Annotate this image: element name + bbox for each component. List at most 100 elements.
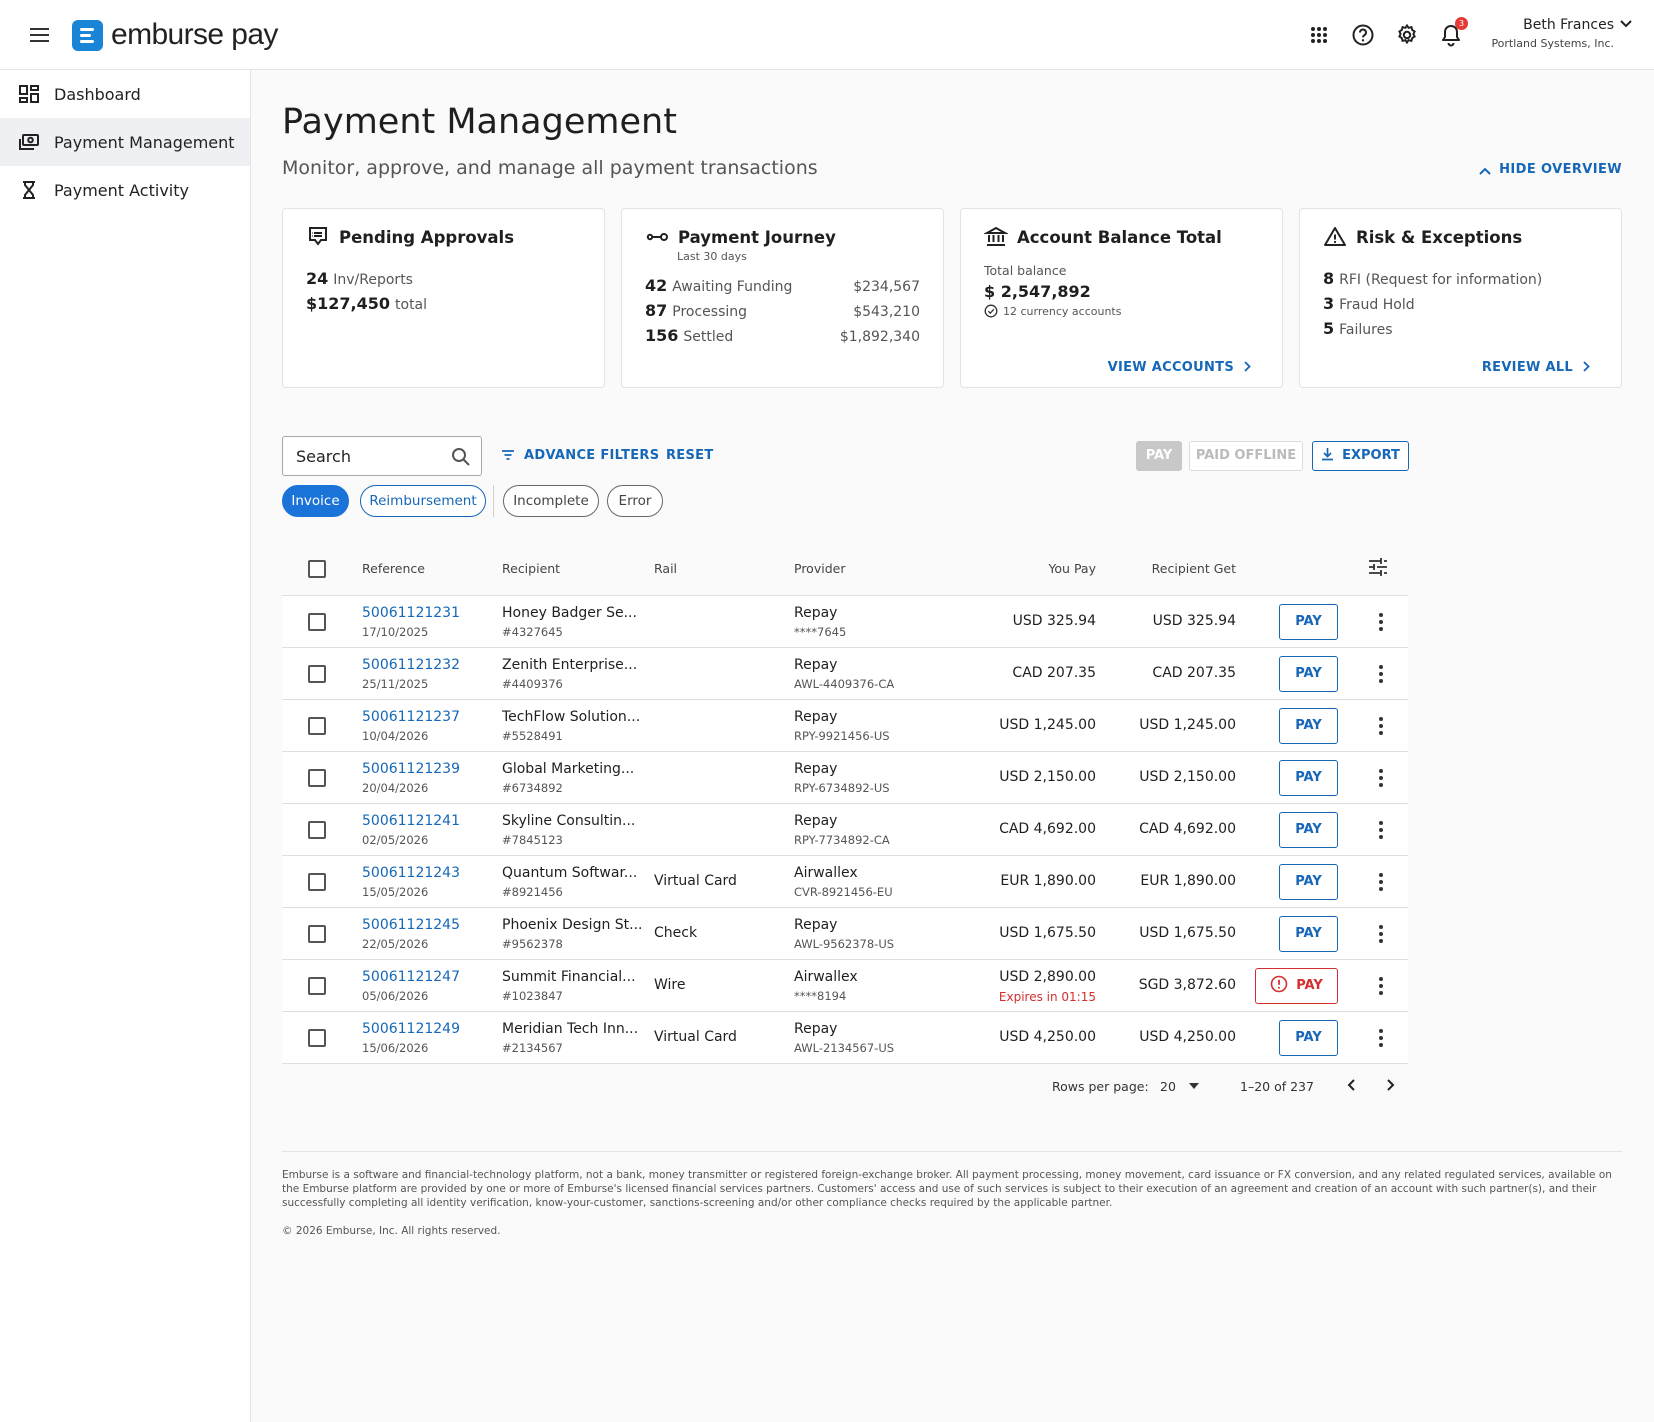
row-pay-button[interactable]: PAY bbox=[1279, 916, 1338, 952]
cell-provider-account: ****7645 bbox=[794, 625, 847, 639]
row-pay-button[interactable]: PAY bbox=[1279, 656, 1338, 692]
row-pay-button[interactable]: PAY bbox=[1279, 1020, 1338, 1056]
sidebar: Dashboard Payment Management Payment Act… bbox=[0, 70, 251, 1422]
cell-rail: Virtual Card bbox=[654, 1029, 737, 1045]
reset-button[interactable]: RESET bbox=[666, 448, 714, 463]
row-checkbox[interactable] bbox=[308, 821, 326, 839]
column-header-recipient[interactable]: Recipient bbox=[502, 561, 560, 576]
currency-accounts: 12 currency accounts bbox=[1003, 304, 1122, 318]
cell-provider-account: AWL-2134567-US bbox=[794, 1041, 895, 1055]
column-header-rail[interactable]: Rail bbox=[654, 561, 677, 576]
search-input[interactable] bbox=[296, 447, 441, 466]
chip-reimbursement[interactable]: Reimbursement bbox=[360, 485, 486, 517]
cell-recipient-get: USD 1,245.00 bbox=[1139, 717, 1236, 733]
reference-link[interactable]: 50061121249 bbox=[362, 1021, 460, 1037]
approvals-list-icon bbox=[309, 227, 327, 246]
column-header-provider[interactable]: Provider bbox=[794, 561, 845, 576]
next-page-button[interactable] bbox=[1382, 1077, 1398, 1096]
reference-link[interactable]: 50061121245 bbox=[362, 917, 460, 933]
apps-grid-icon[interactable] bbox=[1306, 22, 1332, 48]
column-header-you-pay[interactable]: You Pay bbox=[1048, 561, 1096, 576]
user-menu[interactable]: Beth Frances Portland Systems, Inc. bbox=[1491, 16, 1632, 50]
cell-provider-account: AWL-4409376-CA bbox=[794, 677, 895, 691]
cell-recipient-id: #8921456 bbox=[502, 885, 563, 899]
journey-count: 42 bbox=[645, 276, 668, 295]
row-pay-button[interactable]: PAY bbox=[1279, 604, 1338, 640]
chip-incomplete[interactable]: Incomplete bbox=[503, 485, 599, 517]
sidebar-item-dashboard[interactable]: Dashboard bbox=[0, 70, 250, 118]
export-button[interactable]: EXPORT bbox=[1312, 441, 1409, 471]
search-icon[interactable] bbox=[451, 447, 471, 467]
journey-route-icon bbox=[646, 233, 668, 241]
cell-you-pay: USD 1,675.50 bbox=[999, 925, 1096, 941]
cell-provider: Repay bbox=[794, 813, 838, 829]
row-checkbox[interactable] bbox=[308, 717, 326, 735]
column-header-recipient-get[interactable]: Recipient Get bbox=[1152, 561, 1236, 576]
reference-link[interactable]: 50061121231 bbox=[362, 605, 460, 621]
column-settings-icon[interactable] bbox=[1367, 556, 1389, 581]
row-checkbox[interactable] bbox=[308, 665, 326, 683]
more-options-icon[interactable] bbox=[1371, 872, 1391, 892]
row-checkbox[interactable] bbox=[308, 925, 326, 943]
more-options-icon[interactable] bbox=[1371, 768, 1391, 788]
sidebar-item-payment-activity[interactable]: Payment Activity bbox=[0, 166, 250, 214]
more-options-icon[interactable] bbox=[1371, 820, 1391, 840]
balance-label: Total balance bbox=[984, 263, 1067, 278]
row-checkbox[interactable] bbox=[308, 613, 326, 631]
menu-icon[interactable] bbox=[28, 24, 52, 46]
select-all-checkbox[interactable] bbox=[308, 560, 326, 578]
row-pay-button[interactable]: PAY bbox=[1279, 812, 1338, 848]
row-pay-button[interactable]: PAY bbox=[1279, 760, 1338, 796]
rows-per-page-select[interactable]: 20 bbox=[1160, 1079, 1199, 1094]
row-checkbox[interactable] bbox=[308, 769, 326, 787]
previous-page-button[interactable] bbox=[1344, 1077, 1360, 1096]
view-accounts-link[interactable]: VIEW ACCOUNTS bbox=[1108, 360, 1251, 375]
dropdown-arrow-icon bbox=[1188, 1083, 1199, 1089]
sidebar-item-label: Payment Management bbox=[54, 132, 235, 152]
more-options-icon[interactable] bbox=[1371, 612, 1391, 632]
pending-count-label: Inv/Reports bbox=[333, 272, 413, 288]
chevron-right-icon bbox=[1583, 361, 1590, 372]
column-header-reference[interactable]: Reference bbox=[362, 561, 425, 576]
row-checkbox[interactable] bbox=[308, 1029, 326, 1047]
cell-recipient: Summit Financial... bbox=[502, 969, 636, 985]
expires-countdown: Expires in 01:15 bbox=[998, 990, 1096, 1004]
cell-recipient: Honey Badger Se... bbox=[502, 605, 637, 621]
more-options-icon[interactable] bbox=[1371, 924, 1391, 944]
cell-recipient-get: USD 1,675.50 bbox=[1139, 925, 1236, 941]
chip-invoice[interactable]: Invoice bbox=[282, 485, 349, 517]
sidebar-item-payment-management[interactable]: Payment Management bbox=[0, 118, 250, 166]
card-title: Account Balance Total bbox=[1017, 227, 1222, 247]
row-checkbox[interactable] bbox=[308, 977, 326, 995]
table-header: Reference Recipient Rail Provider You Pa… bbox=[282, 540, 1408, 596]
chip-error[interactable]: Error bbox=[607, 485, 663, 517]
more-options-icon[interactable] bbox=[1371, 664, 1391, 684]
settings-gear-icon[interactable] bbox=[1394, 22, 1420, 48]
more-options-icon[interactable] bbox=[1371, 976, 1391, 996]
reference-link[interactable]: 50061121232 bbox=[362, 657, 460, 673]
hide-overview-button[interactable]: HIDE OVERVIEW bbox=[1479, 162, 1622, 177]
reference-link[interactable]: 50061121239 bbox=[362, 761, 460, 777]
notifications-bell-icon[interactable]: 3 bbox=[1438, 17, 1468, 48]
paid-offline-button[interactable]: PAID OFFLINE bbox=[1189, 441, 1303, 471]
row-pay-button[interactable]: PAY bbox=[1279, 708, 1338, 744]
reference-link[interactable]: 50061121241 bbox=[362, 813, 460, 829]
row-pay-button[interactable]: PAY bbox=[1279, 864, 1338, 900]
advance-filters-button[interactable]: ADVANCE FILTERS bbox=[501, 448, 659, 463]
reference-link[interactable]: 50061121247 bbox=[362, 969, 460, 985]
journey-amount: $234,567 bbox=[853, 279, 920, 295]
review-all-link[interactable]: REVIEW ALL bbox=[1482, 360, 1590, 375]
reference-link[interactable]: 50061121237 bbox=[362, 709, 460, 725]
cell-date: 20/04/2026 bbox=[362, 781, 429, 795]
more-options-icon[interactable] bbox=[1371, 1028, 1391, 1048]
brand-logo[interactable]: emburse pay bbox=[72, 18, 278, 52]
view-accounts-label: VIEW ACCOUNTS bbox=[1107, 360, 1234, 375]
more-options-icon[interactable] bbox=[1371, 716, 1391, 736]
cell-recipient-id: #5528491 bbox=[502, 729, 563, 743]
card-subtitle: Last 30 days bbox=[677, 250, 747, 263]
row-checkbox[interactable] bbox=[308, 873, 326, 891]
help-icon[interactable] bbox=[1350, 22, 1376, 48]
row-pay-button[interactable]: PAY bbox=[1255, 968, 1338, 1004]
bulk-pay-button[interactable]: PAY bbox=[1136, 441, 1182, 471]
reference-link[interactable]: 50061121243 bbox=[362, 865, 460, 881]
